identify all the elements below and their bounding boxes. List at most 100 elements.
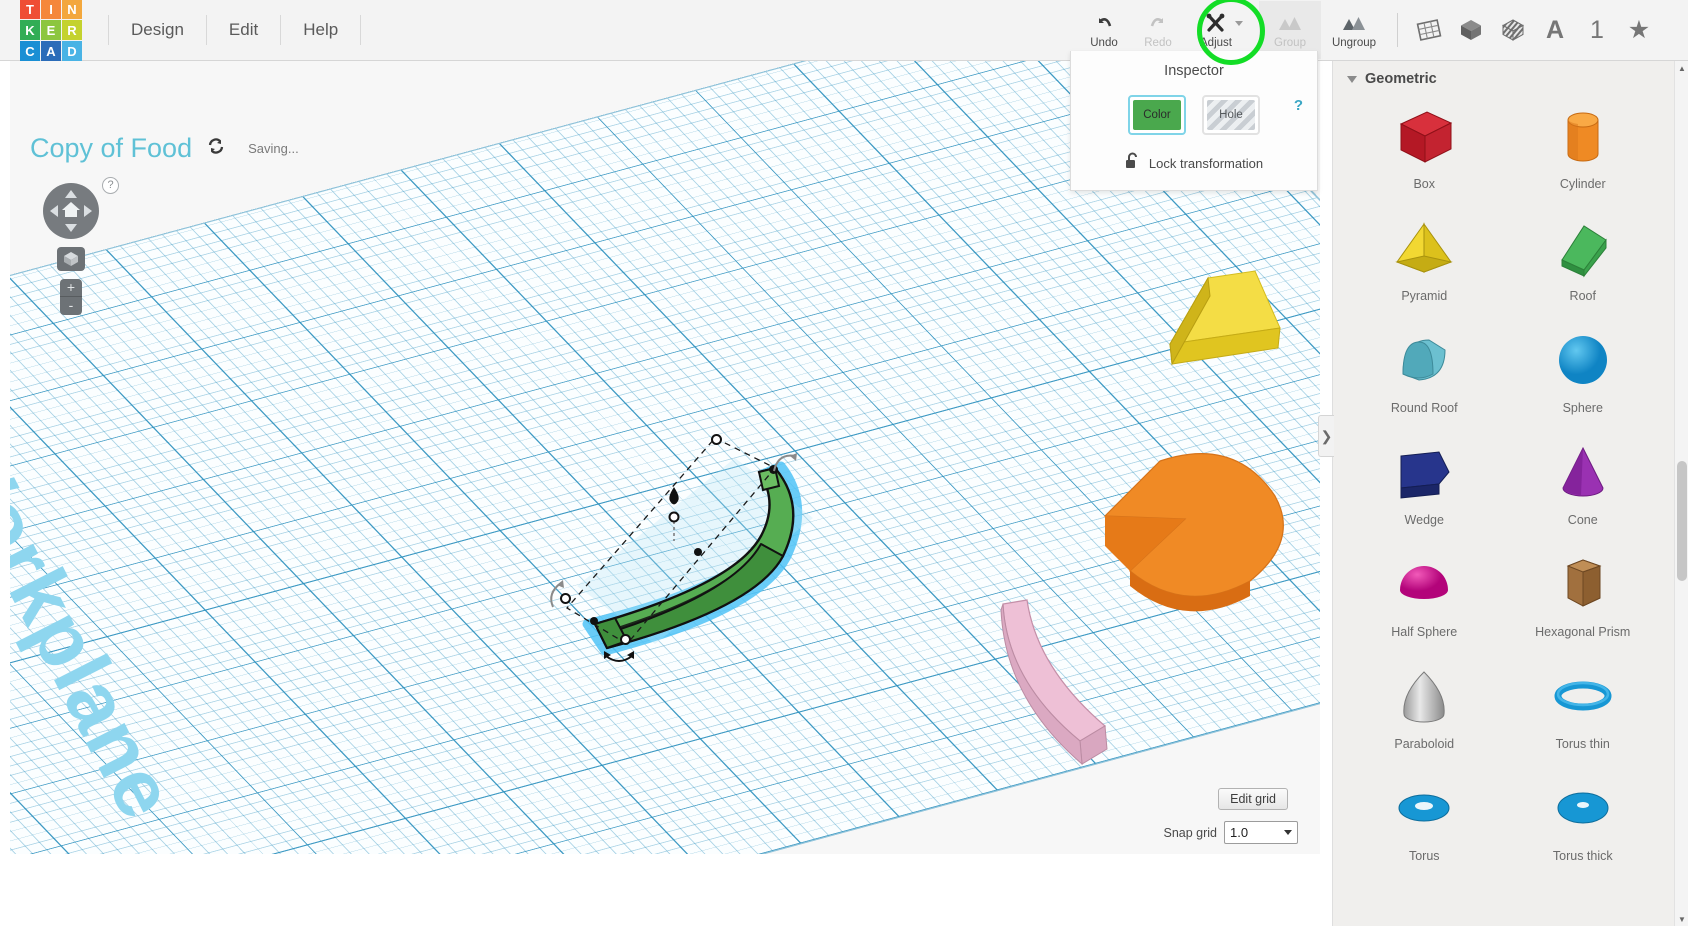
nav-left-arrow-icon[interactable] xyxy=(50,205,58,217)
shape-item-half-sphere[interactable]: Half Sphere xyxy=(1345,545,1504,657)
number-one-glyph: 1 xyxy=(1590,15,1604,44)
zoom-out-button[interactable]: - xyxy=(60,297,82,315)
wedge-shape-icon xyxy=(1387,437,1461,511)
logo-cell-e: E xyxy=(41,20,61,40)
inspector-help-button[interactable]: ? xyxy=(1294,97,1303,114)
shape-item-torus-thin[interactable]: Torus thin xyxy=(1504,657,1663,769)
shape-item-round-roof[interactable]: Round Roof xyxy=(1345,321,1504,433)
shape-item-pyramid[interactable]: Pyramid xyxy=(1345,209,1504,321)
box-shape-icon xyxy=(1387,101,1461,175)
logo-cell-i: I xyxy=(41,0,61,19)
snap-grid-value: 1.0 xyxy=(1230,825,1249,840)
ungroup-button[interactable]: Ungroup xyxy=(1321,1,1387,59)
tinkercad-logo[interactable]: T I N K E R C A D xyxy=(20,0,82,61)
home-icon[interactable] xyxy=(60,199,82,223)
view-navigation-pad[interactable] xyxy=(43,183,99,239)
view-cube-icon[interactable] xyxy=(57,247,85,271)
round-roof-shape-icon xyxy=(1387,325,1461,399)
design-title[interactable]: Copy of Food xyxy=(30,133,192,164)
snap-grid-row: Snap grid 1.0 xyxy=(1163,821,1298,844)
shape-item-roof[interactable]: Roof xyxy=(1504,209,1663,321)
shape-item-box[interactable]: Box xyxy=(1345,97,1504,209)
navigation-help-button[interactable]: ? xyxy=(102,177,119,194)
triangle-down-icon[interactable] xyxy=(1347,75,1357,83)
right-toolbar-icons: A 1 ★ xyxy=(1408,10,1660,50)
save-status-text: Saving... xyxy=(248,141,299,156)
adjust-label: Adjust xyxy=(1200,37,1232,49)
nav-right-arrow-icon[interactable] xyxy=(84,205,92,217)
selection-handle-corner-top[interactable] xyxy=(711,434,722,445)
shape-label-pyramid: Pyramid xyxy=(1401,289,1448,303)
shape-library-panel: Geometric Box Cylinder Pyramid Roof Roun… xyxy=(1332,61,1674,926)
height-handle-icon[interactable] xyxy=(666,486,682,513)
shape-item-cylinder[interactable]: Cylinder xyxy=(1504,97,1663,209)
design-title-row: Copy of Food Saving... xyxy=(30,133,299,164)
shape-label-torus: Torus xyxy=(1408,849,1440,863)
shape-label-torus-thick: Torus thick xyxy=(1552,849,1613,863)
scrollbar-thumb[interactable] xyxy=(1677,461,1687,581)
shape-label-wedge: Wedge xyxy=(1404,513,1444,527)
hole-swatch-fill: Hole xyxy=(1207,100,1255,130)
shape-category-label: Geometric xyxy=(1365,71,1437,87)
inspector-hole-swatch[interactable]: Hole xyxy=(1202,95,1260,135)
cone-shape-icon xyxy=(1546,437,1620,511)
shape-item-torus-thick[interactable]: Torus thick xyxy=(1504,769,1663,881)
unlocked-padlock-icon xyxy=(1125,152,1140,175)
nav-down-arrow-icon[interactable] xyxy=(65,224,77,232)
snap-grid-select[interactable]: 1.0 xyxy=(1224,821,1298,844)
shape-item-torus[interactable]: Torus xyxy=(1345,769,1504,881)
menu-item-help[interactable]: Help xyxy=(281,15,362,45)
selection-handle-midpoint-center[interactable] xyxy=(694,548,702,556)
logo-cell-t: T xyxy=(20,0,40,19)
selection-handle-midpoint-left[interactable] xyxy=(590,617,598,625)
nav-up-arrow-icon[interactable] xyxy=(65,190,77,198)
scroll-down-arrow-icon[interactable]: ▼ xyxy=(1675,912,1688,926)
logo-cell-n: N xyxy=(62,0,82,19)
ungroup-label: Ungroup xyxy=(1331,37,1377,49)
menu-item-design[interactable]: Design xyxy=(108,15,207,45)
shape-item-sphere[interactable]: Sphere xyxy=(1504,321,1663,433)
edit-grid-button[interactable]: Edit grid xyxy=(1218,788,1288,810)
workplane-icon[interactable] xyxy=(1411,10,1447,50)
zoom-in-button[interactable]: + xyxy=(60,279,82,297)
inspector-color-swatch[interactable]: Color xyxy=(1128,95,1186,135)
menu-item-edit[interactable]: Edit xyxy=(207,15,282,45)
lock-transformation-label: Lock transformation xyxy=(1148,156,1264,171)
color-swatch-label: Color xyxy=(1143,109,1171,121)
rotate-handle-left-icon[interactable] xyxy=(543,579,567,616)
logo-cell-r: R xyxy=(62,20,82,40)
shape-panel-scrollbar[interactable]: ▲ ▼ xyxy=(1674,61,1688,926)
shape-label-hexagonal-prism: Hexagonal Prism xyxy=(1535,625,1631,639)
rotate-handle-bottom-icon[interactable] xyxy=(602,644,636,671)
shape-grid: Box Cylinder Pyramid Roof Round Roof Sph… xyxy=(1333,87,1674,881)
ungroup-mountains-icon xyxy=(1341,11,1367,35)
shape-panel-header[interactable]: Geometric xyxy=(1333,61,1674,87)
shape-label-roof: Roof xyxy=(1569,289,1596,303)
striped-cube-icon[interactable] xyxy=(1495,10,1531,50)
shape-item-hexagonal-prism[interactable]: Hexagonal Prism xyxy=(1504,545,1663,657)
roof-shape-icon xyxy=(1546,213,1620,287)
number-one-icon[interactable]: 1 xyxy=(1579,10,1615,50)
torus-thin-shape-icon xyxy=(1546,661,1620,735)
undo-label: Undo xyxy=(1090,37,1118,49)
scroll-up-arrow-icon[interactable]: ▲ xyxy=(1675,61,1688,75)
group-label: Group xyxy=(1274,37,1306,49)
star-icon[interactable]: ★ xyxy=(1621,10,1657,50)
lock-transformation-row[interactable]: Lock transformation xyxy=(1071,152,1317,175)
toolbar-divider xyxy=(1397,13,1398,47)
center-handle-icon[interactable] xyxy=(667,511,681,548)
sync-refresh-icon[interactable] xyxy=(206,136,226,161)
solid-cube-icon[interactable] xyxy=(1453,10,1489,50)
text-letter-icon[interactable]: A xyxy=(1537,10,1573,50)
shape-item-wedge[interactable]: Wedge xyxy=(1345,433,1504,545)
torus-shape-icon xyxy=(1387,773,1461,847)
rotate-handle-top-icon[interactable] xyxy=(770,449,800,480)
shape-panel-collapse-button[interactable]: ❯ xyxy=(1318,415,1334,457)
shape-item-paraboloid[interactable]: Paraboloid xyxy=(1345,657,1504,769)
adjust-caret-icon xyxy=(1235,21,1243,26)
logo-cell-a: A xyxy=(41,41,61,61)
redo-arrow-icon xyxy=(1147,11,1169,35)
inspector-swatches: Color Hole xyxy=(1071,95,1317,135)
shape-item-cone[interactable]: Cone xyxy=(1504,433,1663,545)
zoom-controls: + - xyxy=(60,279,82,315)
